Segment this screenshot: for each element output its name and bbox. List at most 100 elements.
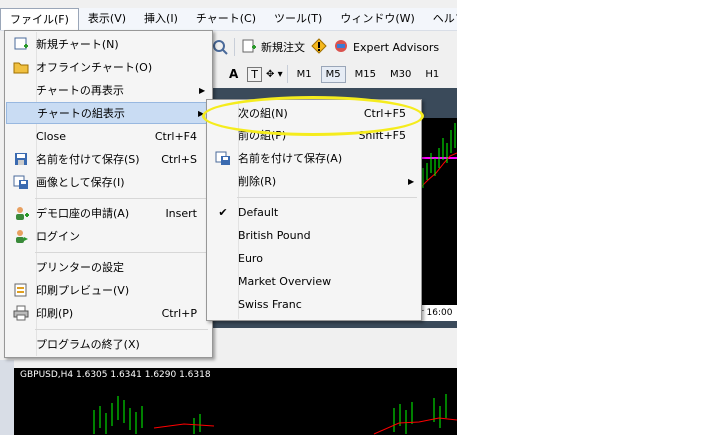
menu-item-profile-market-overview[interactable]: Market Overview (208, 270, 420, 292)
submenu-arrow-icon: ▶ (199, 85, 206, 95)
navigator-strip (0, 360, 14, 435)
chart-time-label: r 16:00 (420, 305, 457, 321)
menu-item-label: British Pound (238, 228, 311, 242)
menu-item-label: 印刷プレビュー(V) (36, 284, 130, 297)
expert-advisors-button[interactable]: Expert Advisors (333, 38, 439, 57)
save-profile-icon (208, 147, 238, 169)
gbpusd-moving-average (373, 417, 457, 435)
menu-item-open-demo-account[interactable]: デモ口座の申請(A) Insert (6, 202, 211, 224)
checkmark-icon: ✔ (218, 205, 228, 219)
timeframe-h1[interactable]: H1 (420, 66, 444, 83)
menu-item-new-chart[interactable]: 新規チャート(N) (6, 33, 211, 55)
menu-item-label: 名前を付けて保存(A) (238, 152, 343, 165)
menu-item-label: プログラムの終了(X) (36, 338, 140, 351)
menu-item-next-profile[interactable]: 次の組(N) Ctrl+F5 (208, 102, 420, 124)
demo-account-icon (6, 202, 36, 224)
menu-item-label: 新規チャート(N) (36, 38, 119, 51)
menu-item-shortcut: Shift+F5 (358, 128, 406, 142)
toolbar-separator (286, 65, 288, 83)
expert-advisors-icon (333, 38, 349, 57)
empty-icon-slot (208, 102, 238, 124)
empty-icon-slot (6, 79, 36, 101)
menu-item-save-as-picture[interactable]: 画像として保存(I) (6, 171, 211, 193)
empty-icon-slot (208, 124, 238, 146)
menu-item-label: プリンターの設定 (36, 261, 124, 274)
menu-item-label: 削除(R) (238, 175, 277, 188)
empty-icon-slot (7, 102, 37, 124)
empty-icon-slot (208, 247, 238, 269)
price-chart (420, 123, 457, 189)
login-icon (6, 225, 36, 247)
menu-item-printer-setup[interactable]: プリンターの設定 (6, 256, 211, 278)
menu-item-label: 印刷(P) (36, 307, 74, 320)
menu-item-shortcut: Insert (165, 206, 197, 220)
menu-insert[interactable]: 挿入(I) (135, 8, 187, 30)
menu-item-label: デモ口座の申請(A) (36, 207, 130, 220)
timeframe-m1[interactable]: M1 (292, 66, 317, 83)
empty-icon-slot (6, 333, 36, 355)
empty-icon-slot (208, 224, 238, 246)
menu-item-print-preview[interactable]: 印刷プレビュー(V) (6, 279, 211, 301)
toolbar-separator (234, 38, 235, 56)
empty-icon-slot (6, 256, 36, 278)
new-order-button[interactable]: 新規注文 (241, 38, 305, 57)
gbpusd-candles (93, 394, 447, 434)
menu-item-save-as[interactable]: 名前を付けて保存(S) Ctrl+S (6, 148, 211, 170)
menu-item-profile-british-pound[interactable]: British Pound (208, 224, 420, 246)
folder-icon (6, 56, 36, 78)
expert-advisors-label: Expert Advisors (353, 40, 440, 54)
menu-item-offline-chart[interactable]: オフラインチャート(O) (6, 56, 211, 78)
menu-tools[interactable]: ツール(T) (265, 8, 331, 30)
alert-icon[interactable] (311, 37, 327, 57)
menu-item-label: オフラインチャート(O) (36, 61, 153, 74)
menu-window[interactable]: ウィンドウ(W) (331, 8, 423, 30)
chart-window-gbpusd[interactable]: GBPUSD,H4 1.6305 1.6341 1.6290 1.6318 (14, 368, 457, 435)
menu-item-reload-chart[interactable]: チャートの再表示 ▶ (6, 79, 211, 101)
text-tool-button[interactable]: A (224, 64, 243, 84)
empty-icon-slot (6, 125, 36, 147)
menu-item-delete-profile[interactable]: 削除(R) ▶ (208, 170, 420, 192)
empty-icon-slot (208, 293, 238, 315)
timeframe-m5[interactable]: M5 (320, 65, 346, 83)
chart-window-top-right[interactable] (420, 118, 457, 320)
menu-chart[interactable]: チャート(C) (187, 8, 265, 30)
menu-item-profile-swiss-franc[interactable]: Swiss Franc (208, 293, 420, 315)
save-picture-icon (6, 171, 36, 193)
menu-item-label: 画像として保存(I) (36, 176, 125, 189)
menu-item-profile-euro[interactable]: Euro (208, 247, 420, 269)
menu-item-print[interactable]: 印刷(P) Ctrl+P (6, 302, 211, 324)
menu-item-exit[interactable]: プログラムの終了(X) (6, 333, 211, 355)
menu-item-label: Default (238, 205, 279, 219)
menu-item-label: チャートの再表示 (36, 84, 124, 97)
zoom-icon[interactable] (212, 39, 228, 55)
new-chart-icon (6, 33, 36, 55)
empty-icon-slot (208, 270, 238, 292)
menu-item-shortcut: Ctrl+P (161, 306, 197, 320)
text-label-tool-button[interactable]: T (247, 66, 263, 82)
menu-item-label: Market Overview (238, 274, 332, 288)
menu-item-login[interactable]: ログイン (6, 225, 211, 247)
timeframe-m15[interactable]: M15 (350, 66, 381, 83)
menu-separator (35, 198, 208, 199)
gbpusd-moving-average-2 (153, 423, 215, 429)
save-icon (6, 148, 36, 170)
timeframe-m30[interactable]: M30 (385, 66, 416, 83)
menu-item-profiles[interactable]: チャートの組表示 ▶ (6, 102, 211, 124)
menu-item-label: Euro (238, 251, 263, 265)
empty-icon-slot (208, 170, 238, 192)
menu-item-save-profile-as[interactable]: 名前を付けて保存(A) (208, 147, 420, 169)
menu-item-label: 前の組(P) (238, 129, 287, 142)
menu-item-label: 次の組(N) (238, 107, 288, 120)
new-order-label: 新規注文 (261, 41, 305, 54)
menu-item-label: Close (36, 129, 66, 143)
menu-help[interactable]: ヘルプ( (424, 8, 457, 30)
menu-item-close[interactable]: Close Ctrl+F4 (6, 125, 211, 147)
arrows-dropdown-icon[interactable]: ✥ ▾ (266, 69, 283, 80)
menu-item-previous-profile[interactable]: 前の組(P) Shift+F5 (208, 124, 420, 146)
menu-item-label: 名前を付けて保存(S) (36, 153, 140, 166)
line-studies-toolbar: A T ✥ ▾ M1 M5 M15 M30 H1 (212, 61, 457, 87)
menu-view[interactable]: 表示(V) (79, 8, 135, 30)
gbpusd-chart (93, 394, 457, 435)
menu-file[interactable]: ファイル(F) (0, 8, 79, 30)
menu-item-profile-default[interactable]: ✔ Default (208, 201, 420, 223)
